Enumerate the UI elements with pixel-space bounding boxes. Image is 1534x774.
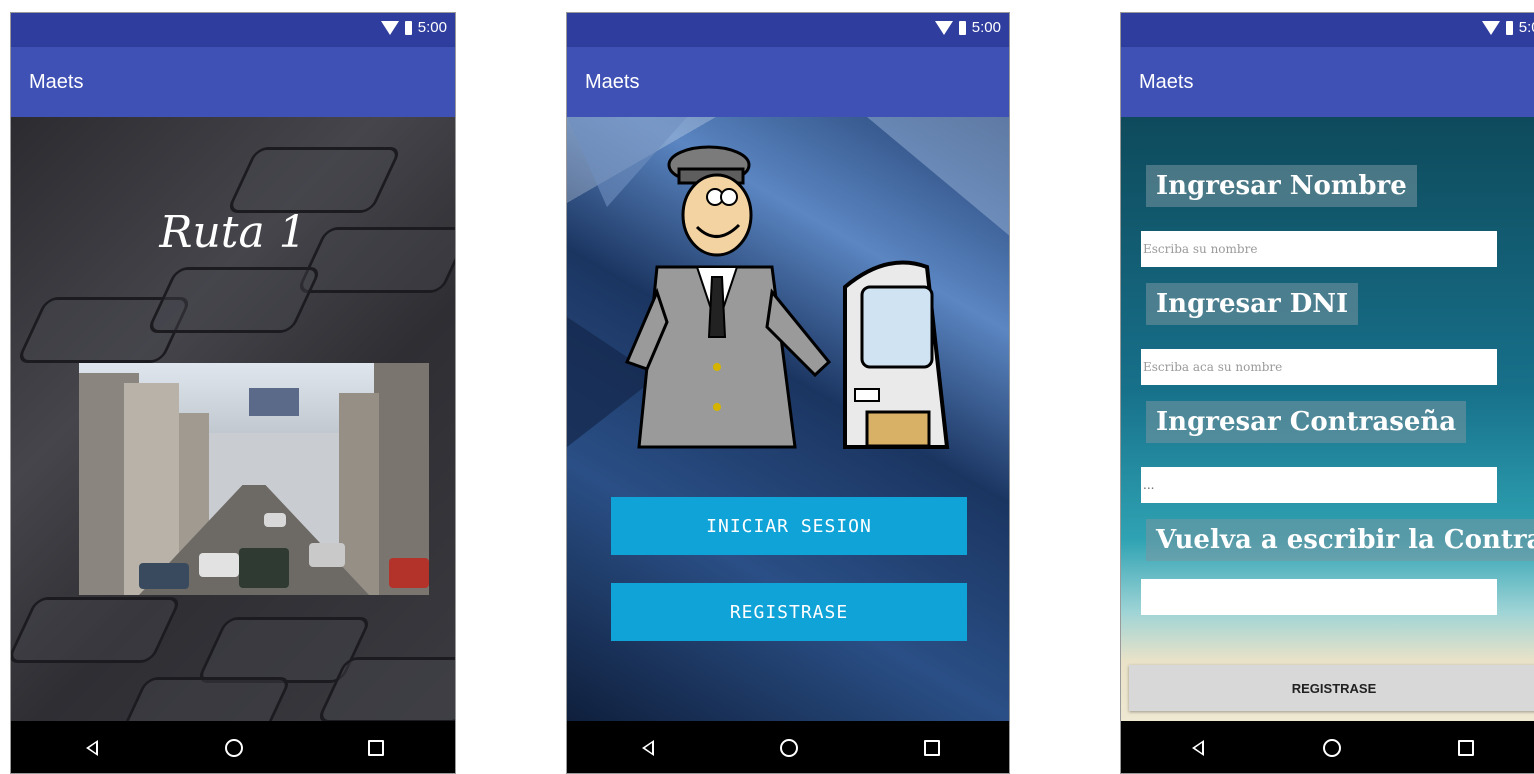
password-label: Ingresar Contraseña bbox=[1146, 401, 1467, 443]
repeat-password-label: Vuelva a escribir la Contraseña bbox=[1146, 519, 1534, 561]
recents-button[interactable] bbox=[1451, 733, 1481, 763]
recents-icon bbox=[368, 740, 384, 756]
repeat-password-input[interactable] bbox=[1141, 579, 1497, 615]
app-title: Maets bbox=[29, 71, 84, 93]
app-bar: Maets bbox=[567, 47, 1009, 117]
phone-login-screen: 5:00 Maets INICIAR SESION REGISTRASE bbox=[566, 12, 1010, 774]
register-button[interactable]: REGISTRASE bbox=[611, 583, 967, 641]
battery-icon bbox=[404, 20, 412, 35]
hex-pattern bbox=[11, 597, 183, 663]
back-icon bbox=[86, 740, 98, 756]
status-bar: 5:00 bbox=[1121, 13, 1534, 47]
home-icon bbox=[225, 739, 243, 757]
conductor-illustration bbox=[567, 117, 1009, 449]
register-button[interactable]: REGISTRASE bbox=[1129, 665, 1534, 711]
home-icon bbox=[780, 739, 798, 757]
app-title: Maets bbox=[585, 71, 640, 93]
back-button[interactable] bbox=[77, 733, 107, 763]
home-icon bbox=[1323, 739, 1341, 757]
street-photo bbox=[79, 363, 429, 595]
app-title: Maets bbox=[1139, 71, 1194, 93]
wifi-icon bbox=[380, 20, 399, 35]
app-bar: Maets bbox=[1121, 47, 1534, 117]
status-bar: 5:00 bbox=[567, 13, 1009, 47]
splash-title: Ruta 1 bbox=[159, 207, 307, 258]
recents-icon bbox=[924, 740, 940, 756]
dni-input[interactable] bbox=[1141, 349, 1497, 385]
battery-icon bbox=[958, 20, 966, 35]
dni-label: Ingresar DNI bbox=[1146, 283, 1359, 325]
home-button[interactable] bbox=[219, 733, 249, 763]
name-input[interactable] bbox=[1141, 231, 1497, 267]
phone-register-screen: 5:00 Maets Ingresar Nombre Ingresar DNI … bbox=[1120, 12, 1534, 774]
home-button[interactable] bbox=[774, 733, 804, 763]
app-bar: Maets bbox=[11, 47, 455, 117]
back-button[interactable] bbox=[1183, 733, 1213, 763]
login-content: INICIAR SESION REGISTRASE bbox=[567, 117, 1009, 721]
splash-content: Ruta 1 bbox=[11, 117, 455, 721]
status-time: 5:00 bbox=[1518, 19, 1534, 36]
battery-icon bbox=[1505, 20, 1513, 35]
status-time: 5:00 bbox=[417, 19, 447, 36]
recents-button[interactable] bbox=[361, 733, 391, 763]
status-bar: 5:00 bbox=[11, 13, 455, 47]
recents-icon bbox=[1458, 740, 1474, 756]
hex-pattern bbox=[115, 677, 293, 721]
status-time: 5:00 bbox=[971, 19, 1001, 36]
recents-button[interactable] bbox=[917, 733, 947, 763]
navigation-bar bbox=[11, 721, 455, 773]
hex-pattern bbox=[225, 147, 403, 213]
navigation-bar bbox=[567, 721, 1009, 773]
phone-splash-screen: 5:00 Maets Ruta 1 bbox=[10, 12, 456, 774]
password-input[interactable] bbox=[1141, 467, 1497, 503]
register-form: Ingresar Nombre Ingresar DNI Ingresar Co… bbox=[1121, 117, 1534, 721]
name-label: Ingresar Nombre bbox=[1146, 165, 1417, 207]
home-button[interactable] bbox=[1317, 733, 1347, 763]
back-icon bbox=[642, 740, 654, 756]
hex-pattern bbox=[145, 267, 323, 333]
navigation-bar bbox=[1121, 721, 1534, 773]
login-button[interactable]: INICIAR SESION bbox=[611, 497, 967, 555]
back-icon bbox=[1192, 740, 1204, 756]
back-button[interactable] bbox=[633, 733, 663, 763]
wifi-icon bbox=[1481, 20, 1500, 35]
wifi-icon bbox=[934, 20, 953, 35]
